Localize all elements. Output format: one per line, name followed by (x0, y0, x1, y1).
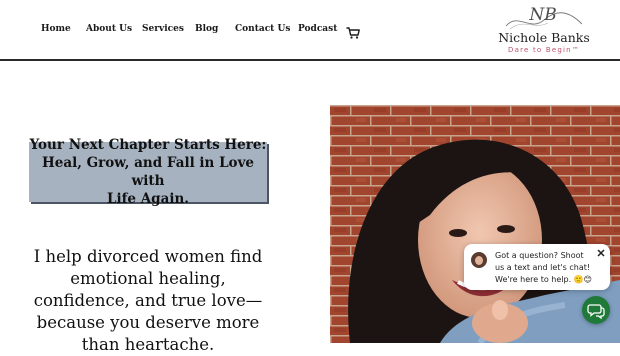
close-icon[interactable] (596, 248, 606, 258)
nav-contact-us[interactable]: Contact Us (235, 24, 290, 34)
headline-line: Heal, Grow, and Fall in Love with (41, 155, 254, 189)
nav-about-us[interactable]: About Us (86, 24, 132, 34)
intro-text: I help divorced women find emotional hea… (20, 246, 276, 356)
nav-home[interactable]: Home (41, 24, 71, 34)
intro-line: I help divorced women find (33, 247, 263, 266)
nav-blog[interactable]: Blog (195, 24, 218, 34)
headline-text: Your Next Chapter Starts Here: Heal, Gro… (29, 136, 267, 208)
logo-monogram: NB (529, 5, 557, 25)
chat-launcher-button[interactable] (582, 296, 610, 324)
nav-podcast[interactable]: Podcast (298, 24, 337, 34)
cart-icon[interactable] (346, 24, 360, 39)
woman-pointing-photo-icon (330, 105, 620, 343)
logo-tagline: Dare to Begin™ (508, 46, 580, 54)
brand-logo[interactable]: NB Nichole Banks Dare to Begin™ (486, 4, 602, 56)
chat-popup[interactable]: Got a question? Shoot us a text and let'… (464, 244, 610, 290)
hero-photo (330, 105, 620, 343)
nav-services[interactable]: Services (142, 24, 184, 34)
headline-line: Your Next Chapter Starts Here: (29, 137, 267, 153)
logo-name: Nichole Banks (498, 30, 590, 45)
chat-agent-avatar (471, 252, 487, 268)
intro-line: confidence, and true love— (33, 291, 263, 310)
intro-line: than heartache. (81, 335, 215, 354)
intro-line: because you deserve more (36, 313, 260, 332)
headline-banner: Your Next Chapter Starts Here: Heal, Gro… (29, 137, 267, 207)
intro-line: emotional healing, (70, 269, 226, 288)
chat-icon (587, 304, 605, 320)
site-header: Home About Us Services Blog Contact Us P… (0, 0, 620, 61)
headline-line: Life Again. (106, 191, 190, 207)
chat-message: Got a question? Shoot us a text and let'… (495, 251, 592, 284)
